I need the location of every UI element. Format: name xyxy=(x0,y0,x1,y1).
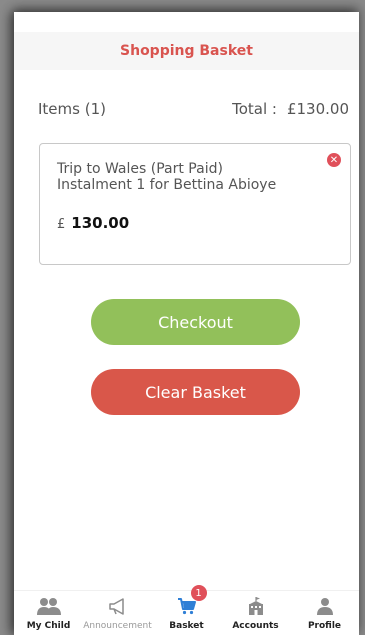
total-value: £130.00 xyxy=(286,100,349,118)
basket-item-description: Trip to Wales (Part Paid) Instalment 1 f… xyxy=(57,161,317,193)
basket-count-badge: 1 xyxy=(190,585,207,601)
tab-label: My Child xyxy=(26,621,71,631)
basket-total: Total : £130.00 xyxy=(232,100,349,118)
tab-basket[interactable]: 1 Basket xyxy=(152,585,221,635)
app-screen: Shopping Basket Items (1) Total : £130.0… xyxy=(14,12,359,635)
tab-my-child[interactable]: My Child xyxy=(14,591,83,635)
bottom-tab-bar: My Child Announcement 1 Basket Accounts … xyxy=(14,585,359,635)
items-count: Items (1) xyxy=(38,100,106,118)
tab-label: Profile xyxy=(307,621,342,631)
header-bar: Shopping Basket xyxy=(14,32,359,70)
tab-label: Announcement xyxy=(83,621,152,631)
basket-summary: Items (1) Total : £130.00 xyxy=(38,100,349,118)
basket-item-amount: 130.00 xyxy=(71,214,130,232)
basket-item-card: Trip to Wales (Part Paid) Instalment 1 f… xyxy=(39,143,351,265)
basket-item-subtitle: Instalment 1 for Bettina Abioye xyxy=(57,177,277,193)
megaphone-icon xyxy=(108,595,128,617)
checkout-label: Checkout xyxy=(158,312,233,332)
currency-symbol: £ xyxy=(57,217,66,232)
building-icon xyxy=(246,595,266,617)
user-icon xyxy=(316,595,334,617)
page-title: Shopping Basket xyxy=(120,43,253,59)
tab-accounts[interactable]: Accounts xyxy=(221,591,290,635)
close-icon: ✕ xyxy=(329,154,339,166)
tab-announcement[interactable]: Announcement xyxy=(83,591,152,635)
children-icon xyxy=(36,595,62,617)
clear-basket-button[interactable]: Clear Basket xyxy=(91,369,300,415)
checkout-button[interactable]: Checkout xyxy=(91,299,300,345)
remove-item-button[interactable]: ✕ xyxy=(327,153,341,167)
tab-label: Basket xyxy=(169,621,204,631)
clear-basket-label: Clear Basket xyxy=(145,382,246,402)
tab-label: Accounts xyxy=(232,621,279,631)
basket-item-title: Trip to Wales (Part Paid) xyxy=(57,161,223,177)
total-label: Total : xyxy=(232,100,277,118)
tab-profile[interactable]: Profile xyxy=(290,591,359,635)
basket-item-price: £ 130.00 xyxy=(57,214,129,232)
